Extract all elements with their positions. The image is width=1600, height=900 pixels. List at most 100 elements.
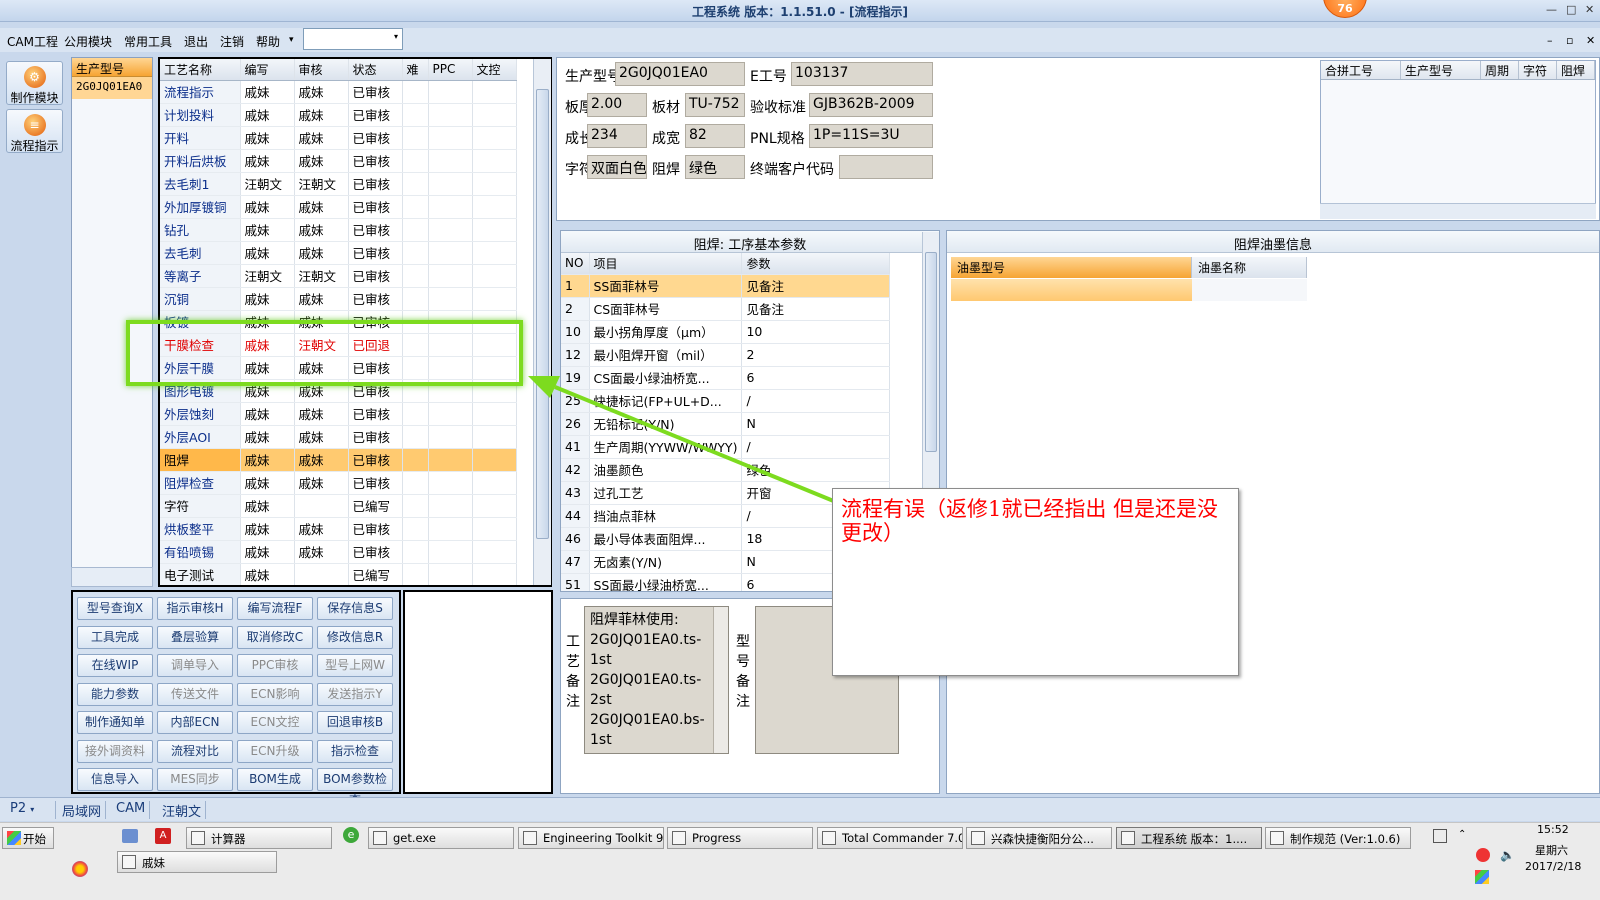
param-value-cell[interactable]: 10 (741, 320, 891, 344)
status-cell[interactable]: 已审核 (348, 172, 403, 196)
solder-param-row[interactable]: 41 生产周期(YYWW/WWYY) / (561, 435, 891, 459)
reviewer-cell[interactable]: 戚妹 (294, 149, 349, 173)
customer-field[interactable] (839, 155, 933, 179)
param-no-cell[interactable]: 42 (561, 458, 590, 482)
difficulty-cell[interactable] (402, 425, 429, 449)
status-cell[interactable]: 已审核 (348, 195, 403, 219)
solder-param-row[interactable]: 42 油墨颜色 绿色 (561, 458, 891, 482)
function-button[interactable]: 取消修改C (237, 625, 313, 649)
param-no-cell[interactable]: 19 (561, 366, 590, 390)
function-button[interactable]: PPC审核 (237, 654, 313, 677)
param-no-cell[interactable]: 1 (561, 274, 590, 298)
param-value-cell[interactable]: 2 (741, 343, 891, 367)
task-calculator[interactable]: 计算器 (186, 827, 332, 849)
param-item-cell[interactable]: 无卤素(Y/N) (589, 550, 743, 574)
status-cell[interactable]: 已审核 (348, 287, 403, 311)
ppc-cell[interactable] (428, 402, 473, 426)
thickness-field[interactable]: 2.00 (587, 93, 647, 117)
ppc-cell[interactable] (428, 172, 473, 196)
author-cell[interactable]: 戚妹 (240, 563, 295, 585)
ink-table-row[interactable] (951, 279, 1307, 301)
function-button[interactable]: 在线WIP (77, 654, 153, 677)
param-value-cell[interactable]: 6 (741, 366, 891, 390)
function-button[interactable]: 传送文件 (157, 682, 233, 706)
function-button[interactable]: 调单导入 (157, 654, 233, 677)
solder-param-row[interactable]: 2 CS面菲林号 见备注 (561, 297, 891, 321)
process-name-cell[interactable]: 去毛刺1 (160, 172, 241, 196)
doc-control-cell[interactable] (472, 103, 517, 127)
process-row[interactable]: 去毛刺 戚妹 戚妹 已审核 (160, 241, 517, 265)
reviewer-cell[interactable]: 戚妹 (294, 195, 349, 219)
param-no-cell[interactable]: 2 (561, 297, 590, 321)
process-name-cell[interactable]: 去毛刺 (160, 241, 241, 265)
difficulty-cell[interactable] (402, 287, 429, 311)
param-no-cell[interactable]: 44 (561, 504, 590, 528)
browser-icon[interactable] (72, 861, 88, 877)
process-col-6[interactable]: 文控 (472, 59, 517, 81)
function-button[interactable]: 指示检查 (317, 739, 393, 763)
ppc-cell[interactable] (428, 126, 473, 150)
process-row[interactable]: 有铅喷锡 戚妹 戚妹 已审核 (160, 540, 517, 564)
param-item-cell[interactable]: SS面菲林号 (589, 274, 743, 298)
ppc-cell[interactable] (428, 80, 473, 104)
close-button[interactable]: ✕ (1585, 3, 1594, 16)
process-row[interactable]: 外加厚镀铜 戚妹 戚妹 已审核 (160, 195, 517, 219)
merge-col-model[interactable]: 生产型号 (1401, 61, 1481, 79)
function-button[interactable]: 保存信息S (317, 597, 393, 620)
merge-table-scrollbar[interactable] (1320, 203, 1596, 219)
ppc-cell[interactable] (428, 241, 473, 265)
ie-icon[interactable]: e (343, 827, 359, 843)
param-value-cell[interactable]: 见备注 (741, 274, 891, 298)
process-row[interactable]: 沉铜 戚妹 戚妹 已审核 (160, 287, 517, 311)
difficulty-cell[interactable] (402, 149, 429, 173)
status-cell[interactable]: 已审核 (348, 402, 403, 426)
process-name-cell[interactable]: 开料 (160, 126, 241, 150)
doc-control-cell[interactable] (472, 402, 517, 426)
status-cell[interactable]: 已审核 (348, 540, 403, 564)
process-row[interactable]: 等离子 汪朝文 汪朝文 已审核 (160, 264, 517, 288)
process-row[interactable]: 钻孔 戚妹 戚妹 已审核 (160, 218, 517, 242)
process-name-cell[interactable]: 外层AOI (160, 425, 241, 449)
solder-col-0[interactable]: NO (561, 253, 590, 275)
tray-app-icon[interactable] (1476, 848, 1490, 862)
process-row[interactable]: 计划投料 戚妹 戚妹 已审核 (160, 103, 517, 127)
difficulty-cell[interactable] (402, 80, 429, 104)
reviewer-cell[interactable]: 戚妹 (294, 540, 349, 564)
status-cell[interactable]: 已审核 (348, 149, 403, 173)
solder-param-row[interactable]: 10 最小拐角厚度（μm） 10 (561, 320, 891, 344)
status-cell[interactable]: 已审核 (348, 264, 403, 288)
function-button[interactable]: BOM生成 (237, 768, 313, 791)
status-cell[interactable]: 已审核 (348, 448, 403, 472)
param-item-cell[interactable]: SS面最小绿油桥宽... (589, 573, 743, 591)
author-cell[interactable]: 戚妹 (240, 126, 295, 150)
pdf-icon[interactable]: A (155, 828, 171, 844)
param-no-cell[interactable]: 26 (561, 412, 590, 436)
reviewer-cell[interactable]: 戚妹 (294, 425, 349, 449)
process-name-cell[interactable]: 钻孔 (160, 218, 241, 242)
param-item-cell[interactable]: CS面最小绿油桥宽... (589, 366, 743, 390)
flow-instruction-button[interactable]: ≡ 流程指示 (6, 109, 63, 153)
doc-control-cell[interactable] (472, 425, 517, 449)
process-row[interactable]: 流程指示 戚妹 戚妹 已审核 (160, 80, 517, 104)
reviewer-cell[interactable]: 戚妹 (294, 471, 349, 495)
process-name-cell[interactable]: 等离子 (160, 264, 241, 288)
function-button[interactable]: 制作通知单 (77, 711, 153, 734)
function-button[interactable]: ECN升级 (237, 739, 313, 763)
reviewer-cell[interactable] (294, 494, 349, 518)
function-button[interactable]: 回退审核B (317, 711, 393, 734)
doc-control-cell[interactable] (472, 517, 517, 541)
process-name-cell[interactable]: 烘板整平 (160, 517, 241, 541)
param-item-cell[interactable]: 最小拐角厚度（μm） (589, 320, 743, 344)
param-value-cell[interactable]: 绿色 (741, 458, 891, 482)
model-list-scrollbar[interactable] (71, 567, 153, 587)
doc-control-cell[interactable] (472, 80, 517, 104)
ppc-cell[interactable] (428, 471, 473, 495)
reviewer-cell[interactable]: 戚妹 (294, 517, 349, 541)
ppc-cell[interactable] (428, 287, 473, 311)
solder-param-row[interactable]: 1 SS面菲林号 见备注 (561, 274, 891, 298)
function-button[interactable]: ECN影响 (237, 682, 313, 706)
reviewer-cell[interactable]: 戚妹 (294, 103, 349, 127)
menu-exit[interactable]: 退出 (184, 33, 208, 50)
menu-more-arrow[interactable]: ▾ (289, 35, 294, 45)
status-cell[interactable]: 已审核 (348, 241, 403, 265)
